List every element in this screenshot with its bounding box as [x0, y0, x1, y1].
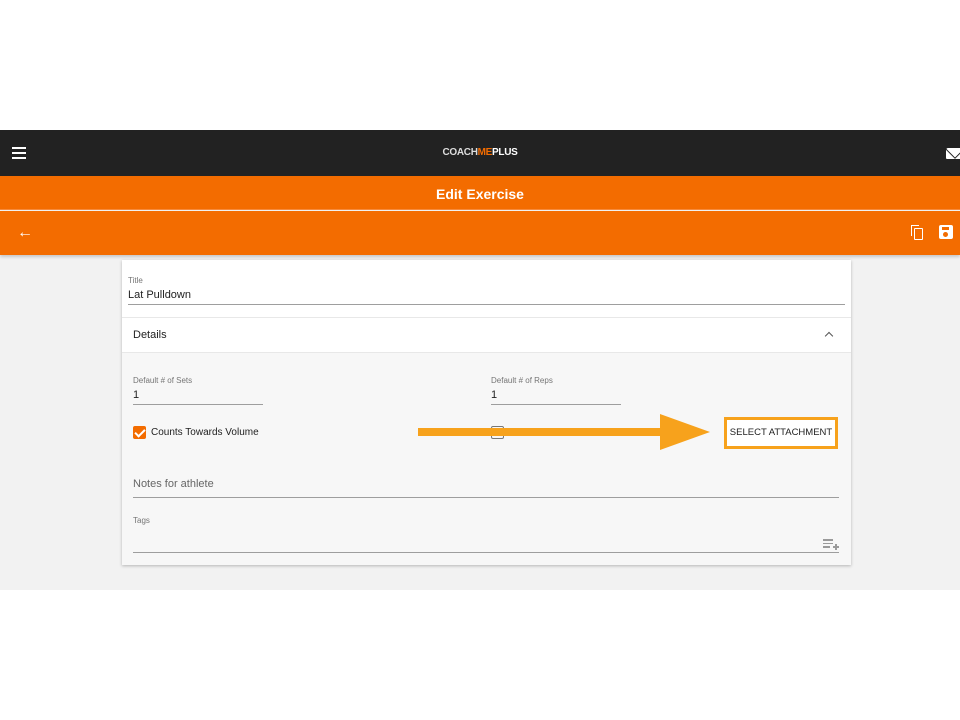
- sets-field-underline: [133, 404, 263, 405]
- copy-icon[interactable]: [910, 224, 926, 242]
- arrow-left-icon[interactable]: ←: [17, 224, 35, 242]
- sets-field-input[interactable]: 1: [133, 389, 139, 401]
- title-field-label: Title: [128, 276, 143, 285]
- logo-me: ME: [477, 147, 493, 158]
- details-section-header[interactable]: Details: [122, 317, 851, 353]
- counts-towards-volume-label: Counts Towards Volume: [151, 427, 259, 438]
- notes-field-underline: [133, 497, 839, 498]
- screenshot-stage: COACHMEPLUS Edit Exercise ← Title Lat Pu…: [0, 0, 960, 720]
- save-icon[interactable]: [939, 225, 953, 239]
- title-bar: Edit Exercise: [0, 176, 960, 210]
- mail-icon[interactable]: [946, 148, 960, 159]
- reps-field-underline: [491, 404, 621, 405]
- playlist-add-icon[interactable]: [823, 539, 839, 551]
- tags-field-label: Tags: [133, 516, 150, 525]
- chevron-up-icon[interactable]: [824, 331, 834, 341]
- app-logo: COACHMEPLUS: [0, 147, 960, 158]
- sets-field-label: Default # of Sets: [133, 376, 193, 385]
- action-bar: ←: [0, 211, 960, 255]
- app-window: COACHMEPLUS Edit Exercise ← Title Lat Pu…: [0, 130, 960, 590]
- top-navbar: COACHMEPLUS: [0, 130, 960, 176]
- select-attachment-button[interactable]: SELECT ATTACHMENT: [724, 417, 838, 449]
- tags-field-underline[interactable]: [133, 552, 839, 553]
- logo-coach: COACH: [442, 147, 478, 158]
- details-section-body: Default # of Sets 1 Default # of Reps 1 …: [122, 353, 851, 565]
- counts-towards-volume-checkbox[interactable]: [133, 426, 146, 439]
- exercise-form-card: Title Lat Pulldown Details Default # of …: [122, 260, 851, 565]
- annotation-arrow-shaft: [418, 428, 664, 436]
- notes-for-athlete-input[interactable]: Notes for athlete: [133, 478, 214, 490]
- reps-field-input[interactable]: 1: [491, 389, 497, 401]
- title-field-underline: [128, 304, 845, 305]
- reps-field-label: Default # of Reps: [491, 376, 553, 385]
- page-title: Edit Exercise: [436, 186, 524, 202]
- details-header-label: Details: [133, 329, 167, 341]
- annotation-arrow-head: [660, 414, 710, 450]
- logo-plus: PLUS: [492, 147, 518, 158]
- title-field-value[interactable]: Lat Pulldown: [128, 289, 191, 301]
